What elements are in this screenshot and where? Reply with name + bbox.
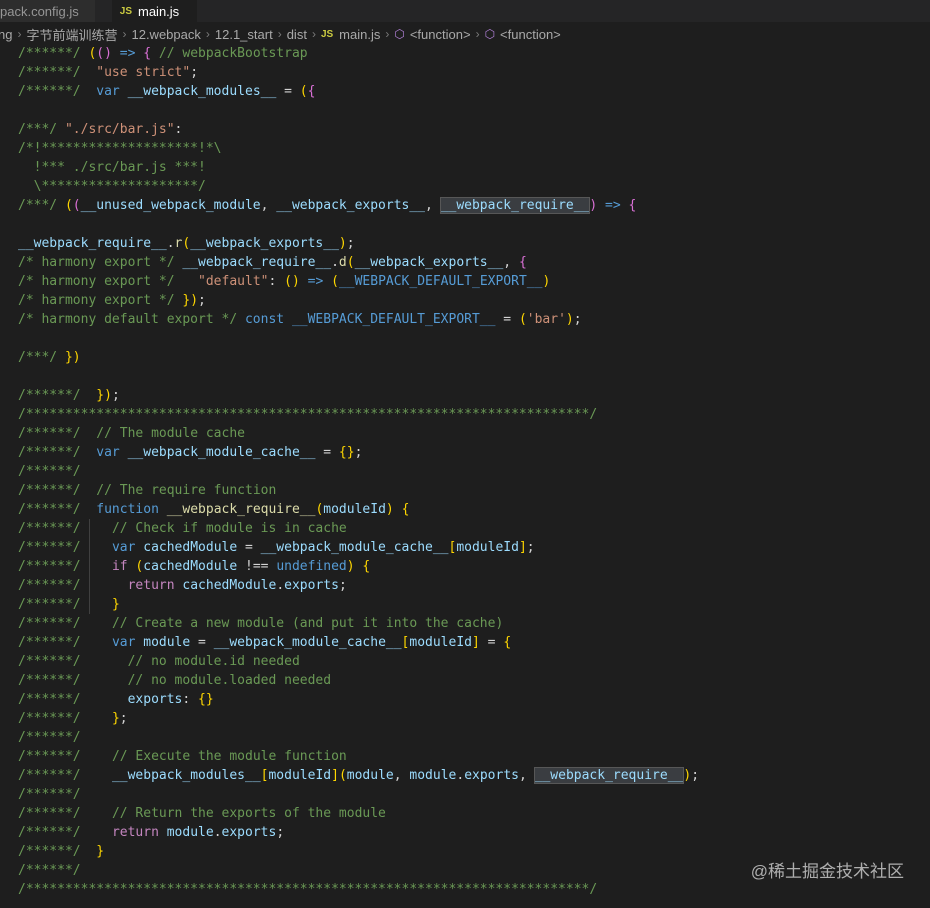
symbol-cube-icon: ⬡ — [394, 27, 405, 41]
breadcrumb-item[interactable]: 12.1_start — [215, 27, 273, 42]
code-line: /******/ return cachedModule.exports; — [18, 578, 347, 593]
code-line: /******/ — [18, 464, 81, 479]
breadcrumb-item[interactable]: 字节前端训练营 — [26, 25, 117, 44]
code-line: /******/ exports: {} — [18, 692, 214, 707]
code-line: /******/ if (cachedModule !== undefined)… — [18, 559, 371, 574]
code-line: /* harmony export */ "default": () => (_… — [18, 274, 551, 289]
code-line: __webpack_require__.r(__webpack_exports_… — [18, 236, 355, 251]
tab-label: pack.config.js — [0, 3, 79, 19]
tab-label: main.js — [138, 3, 180, 19]
code-line: /******/ // Check if module is in cache — [18, 521, 347, 536]
code-line: /***************************************… — [18, 407, 598, 422]
code-line: /******/ var __webpack_module_cache__ = … — [18, 445, 363, 460]
code-line: /******/ // Return the exports of the mo… — [18, 806, 386, 821]
breadcrumb-item[interactable]: ng — [0, 27, 12, 42]
code-line: /***************************************… — [18, 882, 598, 897]
code-line: /******/ — [18, 787, 81, 802]
breadcrumb: ng › 字节前端训练营 › 12.webpack › 12.1_start ›… — [0, 24, 930, 44]
breadcrumb-symbol[interactable]: <function> — [410, 27, 471, 42]
editor-tab-bar: pack.config.js JS main.js — [0, 0, 930, 23]
code-line: /******/ }; — [18, 711, 128, 726]
code-line: /***/ "./src/bar.js": — [18, 122, 183, 137]
code-line: \********************/ — [18, 179, 206, 194]
chevron-right-icon: › — [205, 27, 210, 41]
tab-webpack-config[interactable]: pack.config.js — [0, 0, 96, 22]
breadcrumb-item[interactable]: 12.webpack — [131, 27, 200, 42]
chevron-right-icon: › — [475, 27, 480, 41]
code-line: /******/ } — [18, 597, 120, 612]
chevron-right-icon: › — [311, 27, 316, 41]
code-line: /******/ return module.exports; — [18, 825, 285, 840]
code-line: /******/ // Create a new module (and put… — [18, 616, 504, 631]
symbol-cube-icon: ⬡ — [484, 27, 496, 41]
code-line: /******/ }); — [18, 388, 120, 403]
chevron-right-icon: › — [122, 27, 127, 41]
js-file-icon: JS — [320, 28, 334, 40]
code-line: /******/ // Execute the module function — [18, 749, 347, 764]
chevron-right-icon: › — [277, 27, 282, 41]
code-editor[interactable]: /******/ (() => { // webpackBootstrap /**… — [18, 44, 928, 899]
code-line: /***/ }) — [18, 350, 81, 365]
code-line: /******/ // no module.loaded needed — [18, 673, 332, 688]
code-line: /* harmony default export */ const __WEB… — [18, 312, 582, 327]
breadcrumb-file[interactable]: main.js — [339, 27, 380, 42]
code-line: /******/ (() => { // webpackBootstrap — [18, 46, 308, 61]
chevron-right-icon: › — [385, 27, 390, 41]
code-line: /******/ var cachedModule = __webpack_mo… — [18, 540, 535, 555]
js-file-icon: JS — [119, 5, 132, 17]
code-line: /*!********************!*\ — [18, 141, 222, 156]
code-line: /* harmony export */ }); — [18, 293, 206, 308]
code-line: /******/ "use strict"; — [18, 65, 199, 80]
watermark: @稀土掘金技术社区 — [750, 862, 904, 881]
breadcrumb-symbol[interactable]: <function> — [500, 27, 561, 42]
code-line: /******/ // The module cache — [18, 426, 245, 441]
code-line: /******/ function __webpack_require__(mo… — [18, 502, 410, 517]
code-line: /******/ // The require function — [18, 483, 277, 498]
code-line: /******/ — [18, 730, 81, 745]
code-line: /******/ var __webpack_modules__ = ({ — [18, 84, 316, 99]
code-line: /* harmony export */ __webpack_require__… — [18, 255, 527, 270]
breadcrumb-item[interactable]: dist — [287, 27, 307, 42]
code-line: /******/ // no module.id needed — [18, 654, 300, 669]
tab-main-js[interactable]: JS main.js — [111, 0, 199, 22]
code-line: /******/ var module = __webpack_module_c… — [18, 635, 512, 650]
code-line: /***/ ((__unused_webpack_module, __webpa… — [18, 197, 637, 214]
code-line: /******/ __webpack_modules__[moduleId](m… — [18, 767, 700, 784]
code-line: !*** ./src/bar.js ***! — [18, 160, 206, 175]
chevron-right-icon: › — [17, 27, 22, 41]
